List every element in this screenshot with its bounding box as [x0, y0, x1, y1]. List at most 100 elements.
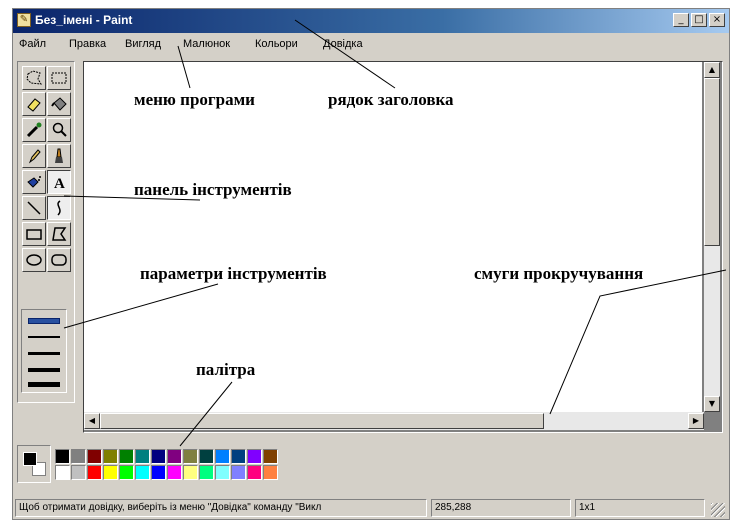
palette-swatch[interactable] [183, 465, 198, 480]
rounded-rectangle-tool[interactable] [47, 248, 71, 272]
palette-swatch[interactable] [231, 465, 246, 480]
palette-swatch[interactable] [55, 449, 70, 464]
palette-swatch[interactable] [55, 465, 70, 480]
status-selection-size: 1x1 [575, 499, 705, 517]
line-width-4-option[interactable] [28, 368, 60, 372]
palette-swatch[interactable] [151, 449, 166, 464]
palette-swatch[interactable] [215, 449, 230, 464]
palette-swatch[interactable] [263, 465, 278, 480]
annotation-toolbar: панель інструментів [134, 180, 292, 199]
free-select-icon [26, 70, 42, 85]
palette-swatch[interactable] [167, 449, 182, 464]
palette-swatch[interactable] [183, 449, 198, 464]
fill-tool[interactable] [47, 92, 71, 116]
brush-icon [55, 148, 63, 163]
palette-swatch[interactable] [199, 449, 214, 464]
pencil-tool[interactable] [22, 144, 46, 168]
line-tool[interactable] [22, 196, 46, 220]
scroll-right-icon[interactable]: ▶ [688, 413, 704, 429]
rect-select-icon [51, 72, 67, 84]
minimize-button[interactable]: _ [673, 13, 689, 27]
close-button[interactable]: × [709, 13, 725, 27]
scroll-up-icon[interactable]: ▲ [704, 62, 720, 78]
color-picker-tool[interactable] [22, 118, 46, 142]
palette-swatch[interactable] [71, 449, 86, 464]
palette-swatch[interactable] [119, 449, 134, 464]
palette-swatch[interactable] [119, 465, 134, 480]
palette-swatch[interactable] [87, 449, 102, 464]
palette-swatch[interactable] [263, 449, 278, 464]
magnifier-icon [52, 122, 67, 137]
palette-swatch[interactable] [151, 465, 166, 480]
status-coordinates: 285,288 [431, 499, 571, 517]
annotation-palette: палітра [196, 360, 256, 379]
palette-swatch[interactable] [87, 465, 102, 480]
palette-swatch[interactable] [103, 449, 118, 464]
palette-swatch[interactable] [103, 465, 118, 480]
scroll-down-icon[interactable]: ▼ [704, 396, 720, 412]
text-icon: A [54, 176, 65, 191]
line-width-3-option[interactable] [28, 352, 60, 355]
menu-file[interactable]: Файл [19, 38, 46, 50]
brush-tool[interactable] [47, 144, 71, 168]
palette-swatch[interactable] [247, 465, 262, 480]
polygon-tool[interactable] [47, 222, 71, 246]
palette-swatch[interactable] [199, 465, 214, 480]
color-palette [17, 441, 327, 487]
window-title: Без_імені - Paint [35, 13, 133, 27]
palette-swatch[interactable] [215, 465, 230, 480]
rectangle-icon [26, 229, 42, 240]
pencil-icon [28, 149, 41, 164]
scroll-left-icon[interactable]: ◀ [84, 413, 100, 429]
horizontal-scroll-thumb[interactable] [100, 413, 544, 429]
annotation-scrollbars: смуги прокручування [474, 264, 644, 283]
palette-swatch[interactable] [167, 465, 182, 480]
menu-bar: Файл Правка Вигляд Малюнок Кольори Довід… [13, 35, 729, 55]
eraser-tool[interactable] [22, 92, 46, 116]
ellipse-icon [26, 254, 42, 266]
curve-icon [57, 200, 61, 216]
rectangle-tool[interactable] [22, 222, 46, 246]
vertical-scroll-thumb[interactable] [704, 78, 720, 246]
status-hint: Щоб отримати довідку, виберіть із меню "… [15, 499, 427, 517]
line-width-5-option[interactable] [28, 382, 60, 387]
menu-view[interactable]: Вигляд [125, 38, 161, 50]
rect-select-tool[interactable] [47, 66, 71, 90]
maximize-button[interactable]: □ [691, 13, 707, 27]
menu-image[interactable]: Малюнок [183, 38, 230, 50]
polygon-icon [52, 227, 67, 241]
tool-options-panel [21, 309, 67, 393]
rounded-rectangle-icon [51, 254, 67, 266]
curve-tool[interactable] [47, 196, 71, 220]
eyedropper-icon [26, 122, 42, 138]
title-bar[interactable]: ✎ Без_імені - Paint _ □ × [13, 9, 729, 33]
menu-help[interactable]: Довідка [323, 38, 363, 50]
line-width-2-option[interactable] [28, 336, 60, 338]
horizontal-scrollbar[interactable]: ◀ ▶ [84, 412, 704, 430]
palette-swatch[interactable] [247, 449, 262, 464]
foreground-color-swatch [23, 452, 37, 466]
menu-edit[interactable]: Правка [69, 38, 106, 50]
canvas[interactable] [84, 62, 702, 412]
palette-swatch[interactable] [135, 465, 150, 480]
palette-swatch[interactable] [135, 449, 150, 464]
text-tool[interactable]: A [47, 170, 71, 194]
paint-app-icon: ✎ [17, 13, 31, 27]
menu-colors[interactable]: Кольори [255, 38, 298, 50]
ellipse-tool[interactable] [22, 248, 46, 272]
status-bar: Щоб отримати довідку, виберіть із меню "… [13, 497, 729, 519]
free-select-tool[interactable] [22, 66, 46, 90]
annotation-menu: меню програми [134, 90, 255, 109]
eraser-icon [27, 98, 41, 112]
palette-swatch[interactable] [71, 465, 86, 480]
current-colors [17, 445, 51, 483]
drawing-area: ▲ ▼ ◀ ▶ [83, 61, 723, 433]
svg-text:A: A [54, 176, 65, 191]
palette-swatch[interactable] [231, 449, 246, 464]
resize-grip-icon[interactable] [711, 503, 725, 517]
line-icon [27, 201, 41, 215]
vertical-scrollbar[interactable]: ▲ ▼ [704, 62, 720, 412]
line-width-1-option[interactable] [28, 318, 60, 324]
magnifier-tool[interactable] [47, 118, 71, 142]
airbrush-tool[interactable] [22, 170, 46, 194]
